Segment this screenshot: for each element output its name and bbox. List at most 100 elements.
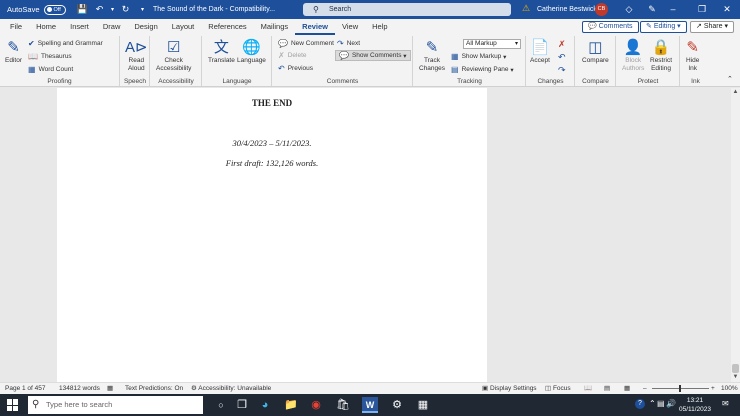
thesaurus-button[interactable]: 📖 Thesaurus [28, 52, 72, 61]
calculator-icon[interactable]: ▦ [415, 397, 431, 413]
collapse-ribbon-icon[interactable]: ⌃ [727, 75, 733, 83]
scroll-up-icon[interactable]: ▲ [731, 88, 740, 97]
reject-icon[interactable]: ✗ [558, 39, 566, 50]
accept-button[interactable]: 📄 Accept [530, 39, 550, 65]
hide-ink-button[interactable]: ✎ Hide Ink [686, 39, 699, 73]
taskbar-search-box[interactable]: ⚲ Type here to search [28, 396, 203, 414]
help-icon[interactable]: ? [635, 399, 645, 409]
word-app-icon[interactable]: W [362, 397, 378, 413]
delete-comment-button[interactable]: ✗ Delete [278, 51, 307, 60]
vertical-scrollbar[interactable]: ▲ ▼ [731, 88, 740, 382]
share-button[interactable]: ↗ Share ▾ [690, 21, 734, 33]
group-label-speech: Speech [123, 78, 147, 85]
compare-button[interactable]: ◫ Compare [582, 39, 609, 65]
document-title[interactable]: The Sound of the Dark - Compatibility... [153, 0, 275, 19]
document-page[interactable]: THE END 30/4/2023 – 5/11/2023. First dra… [57, 88, 487, 382]
customize-qat-icon[interactable]: ▾ [136, 3, 150, 17]
language-button[interactable]: 🌐 Language [237, 39, 266, 65]
minimize-icon[interactable]: – [666, 2, 680, 16]
read-aloud-button[interactable]: A⊳ Read Aloud [125, 39, 148, 73]
editor-button[interactable]: ✎ Editor [5, 39, 22, 65]
block-authors-button[interactable]: 👤 Block Authors [622, 39, 644, 73]
group-ink: ✎ Hide Ink Ink [681, 36, 710, 86]
previous-change-icon[interactable]: ↶ [558, 52, 566, 63]
tab-mailings[interactable]: Mailings [254, 19, 296, 35]
spelling-icon: ✔ [28, 39, 35, 48]
undo-icon[interactable]: ↶ [93, 3, 107, 17]
warning-icon[interactable]: ⚠ [522, 3, 530, 14]
autosave-toggle[interactable]: Off [43, 4, 66, 15]
editing-button[interactable]: ✎ Editing ▾ [640, 21, 687, 33]
store-icon[interactable]: 🛍 [335, 397, 351, 413]
group-compare: ◫ Compare Compare [576, 36, 616, 86]
zoom-slider-thumb[interactable] [679, 385, 681, 392]
tab-view[interactable]: View [335, 19, 365, 35]
next-change-icon[interactable]: ↷ [558, 65, 566, 76]
group-label-ink: Ink [691, 78, 700, 85]
new-comment-button[interactable]: 💬 New Comment [278, 39, 334, 48]
clock-time: 13:21 [686, 397, 704, 404]
group-label-tracking: Tracking [457, 78, 482, 85]
task-view-icon[interactable]: ❐ [234, 397, 250, 413]
group-label-accessibility: Accessibility [158, 78, 194, 85]
track-changes-button[interactable]: ✎ Track Changes [419, 39, 445, 73]
document-area: THE END 30/4/2023 – 5/11/2023. First dra… [0, 88, 740, 382]
reviewing-pane-button[interactable]: ▤ Reviewing Pane ▾ [451, 65, 514, 74]
title-search-box[interactable]: ⚲ Search [303, 3, 511, 16]
ribbon: ✎ Editor ✔ Spelling and Grammar 📖 Thesauru… [0, 35, 740, 87]
word-count-button[interactable]: ▦ Word Count [28, 65, 73, 74]
word-count-icon: ▦ [28, 65, 36, 74]
pen-icon[interactable]: ✎ [645, 2, 659, 16]
next-comment-button[interactable]: ↷ Next [337, 39, 360, 48]
show-comments-button[interactable]: 💬 Show Comments ▾ [335, 50, 411, 61]
lock-icon: 🔒 [651, 39, 671, 56]
translate-button[interactable]: 文 Translate [208, 39, 235, 65]
group-changes: 📄 Accept ✗ ↶ ↷ Changes [527, 36, 575, 86]
scroll-down-icon[interactable]: ▼ [731, 373, 740, 382]
tray-chevron-up-icon[interactable]: ⌃ [649, 399, 656, 408]
tab-references[interactable]: References [201, 19, 253, 35]
edge-browser-icon[interactable]: ◕ [257, 397, 273, 413]
chrome-icon[interactable]: ◉ [308, 397, 324, 413]
cortana-icon[interactable]: ○ [213, 397, 229, 413]
hide-ink-icon: ✎ [686, 39, 699, 56]
tab-layout[interactable]: Layout [165, 19, 202, 35]
comments-button[interactable]: 💬 Comments [582, 21, 639, 33]
tab-help[interactable]: Help [365, 19, 394, 35]
group-language: 文 Translate 🌐 Language Language [203, 36, 272, 86]
menu-bar: File Home Insert Draw Design Layout Refe… [0, 19, 740, 35]
system-clock[interactable]: 13:21 05/11/2023 [675, 396, 715, 414]
next-comment-icon: ↷ [337, 39, 344, 48]
tab-home[interactable]: Home [29, 19, 63, 35]
diamond-icon[interactable]: ◇ [622, 2, 636, 16]
restrict-editing-button[interactable]: 🔒 Restrict Editing [650, 39, 672, 73]
editor-icon: ✎ [7, 39, 20, 56]
tab-insert[interactable]: Insert [63, 19, 96, 35]
group-proofing: ✎ Editor ✔ Spelling and Grammar 📖 Thesauru… [0, 36, 120, 86]
network-icon[interactable]: ▤ [657, 399, 665, 408]
block-authors-icon: 👤 [623, 39, 643, 56]
avatar[interactable]: CB [595, 3, 608, 16]
tab-draw[interactable]: Draw [96, 19, 128, 35]
tab-design[interactable]: Design [127, 19, 164, 35]
close-icon[interactable]: ✕ [720, 2, 734, 16]
tab-review[interactable]: Review [295, 19, 336, 35]
save-icon[interactable]: 💾 [76, 3, 90, 17]
tab-file[interactable]: File [3, 19, 29, 35]
settings-gear-icon[interactable]: ⚙ [389, 397, 405, 413]
notifications-icon[interactable]: ✉ [722, 399, 729, 408]
user-name[interactable]: Catherine Bestwick [537, 0, 597, 19]
redo-icon[interactable]: ↻ [119, 3, 133, 17]
file-explorer-icon[interactable]: 📁 [283, 397, 299, 413]
windows-start-icon[interactable] [7, 399, 19, 411]
scroll-thumb[interactable] [732, 364, 739, 373]
previous-comment-button[interactable]: ↶ Previous [278, 64, 313, 73]
undo-dropdown-icon[interactable]: ▾ [110, 3, 116, 17]
show-markup-button[interactable]: ▦ Show Markup ▾ [451, 52, 506, 61]
taskbar: ⚲ Type here to search ○ ❐ ◕ 📁 ◉ 🛍 W ⚙ ▦ … [0, 394, 740, 416]
restore-icon[interactable]: ❐ [695, 2, 709, 16]
spelling-grammar-button[interactable]: ✔ Spelling and Grammar [28, 39, 103, 48]
markup-select[interactable]: All Markup ▾ [463, 39, 521, 49]
document-draft-note: First draft: 132,126 words. [225, 158, 319, 168]
check-accessibility-button[interactable]: ☑ Check Accessibility [156, 39, 191, 73]
